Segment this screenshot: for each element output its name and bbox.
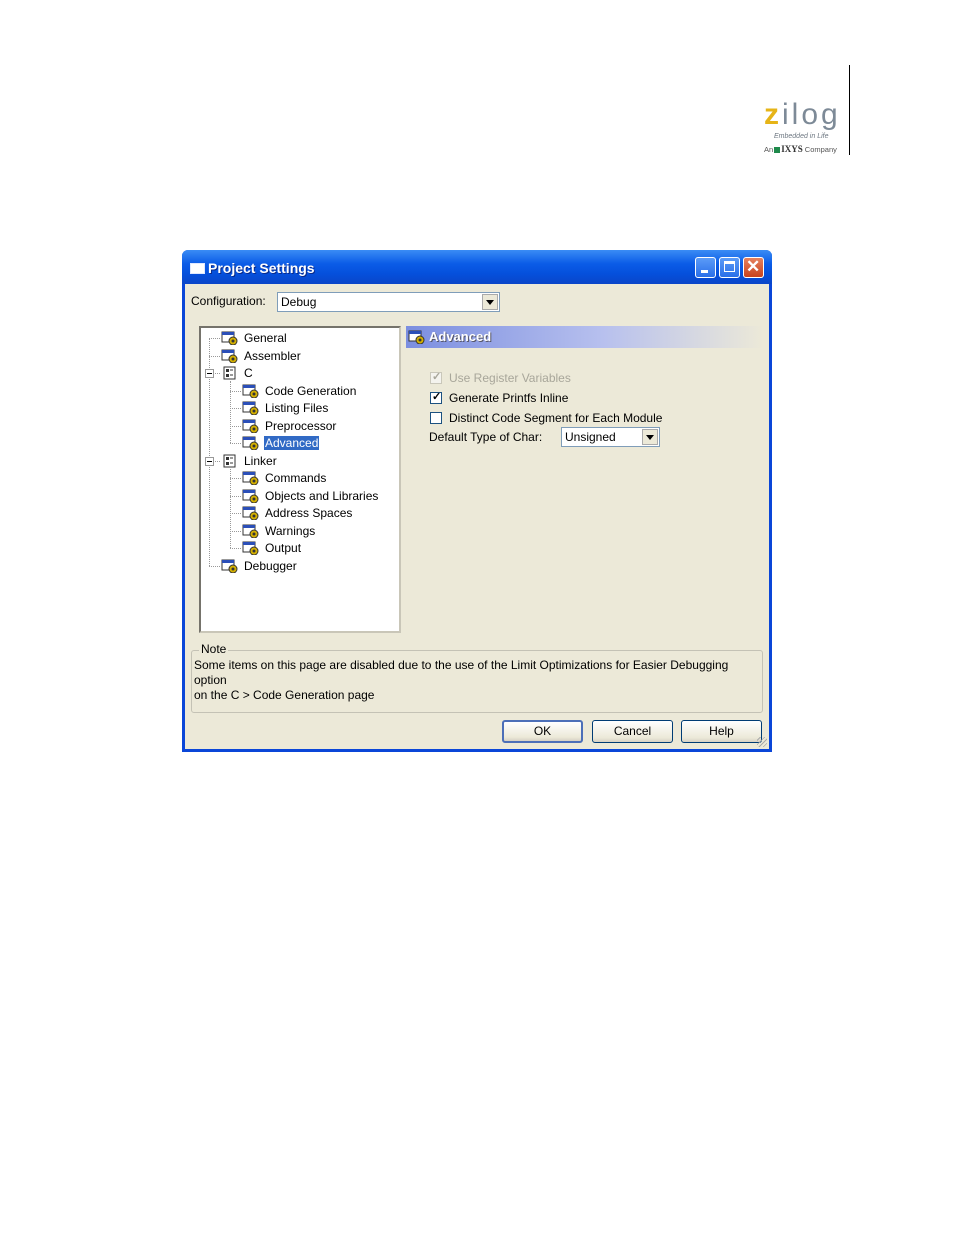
generate-printfs-inline-checkbox[interactable]: ✓ <box>430 391 442 404</box>
tree-item-label: Address Spaces <box>265 506 353 520</box>
settings-page-icon <box>221 331 238 345</box>
advanced-settings-panel: Advanced ✓ Use Register Variables ✓ Gene… <box>406 326 763 633</box>
logo-wordmark: zilog <box>764 98 841 131</box>
settings-page-icon <box>221 349 238 363</box>
settings-page-icon <box>242 401 259 415</box>
maximize-button[interactable] <box>719 257 740 278</box>
window-title: Project Settings <box>208 260 315 276</box>
tree-item-label: Debugger <box>244 558 297 573</box>
default-char-dropdown-button[interactable] <box>642 429 658 445</box>
tree-item-label: Listing Files <box>265 401 329 415</box>
tree-item-label: Advanced <box>264 436 320 450</box>
checkmark-icon: ✓ <box>432 371 442 383</box>
settings-page-icon <box>242 436 259 450</box>
folder-group-icon <box>223 454 236 467</box>
close-button[interactable]: ✕ <box>743 257 764 278</box>
settings-page-icon <box>242 384 259 398</box>
chevron-down-icon <box>486 300 494 305</box>
tree-line <box>230 548 241 549</box>
configuration-label: Configuration: <box>191 294 266 308</box>
window-icon <box>190 263 205 274</box>
resize-grip[interactable] <box>757 737 767 747</box>
project-settings-window: Project Settings ✕ Configuration: Debug … <box>182 250 772 752</box>
tree-line <box>209 338 220 339</box>
settings-tree[interactable]: General Assembler C Code Generation Listing … <box>199 326 401 633</box>
settings-page-icon <box>242 541 259 555</box>
distinct-code-segment-checkbox[interactable] <box>430 412 442 424</box>
title-bar[interactable]: Project Settings ✕ <box>182 250 772 284</box>
collapse-toggle-icon[interactable] <box>205 369 214 378</box>
tree-item-label: General <box>244 331 287 345</box>
minimize-icon <box>701 270 708 273</box>
tree-item-label: Commands <box>265 471 327 485</box>
settings-page-icon <box>242 419 259 433</box>
configuration-value: Debug <box>281 295 317 309</box>
tree-line <box>230 443 241 444</box>
settings-page-icon <box>221 559 238 573</box>
cancel-button[interactable]: Cancel <box>592 720 673 743</box>
dialog-client-area: Configuration: Debug General Assembler C Co… <box>185 284 769 749</box>
settings-page-icon <box>408 330 425 344</box>
tree-line <box>230 408 241 409</box>
default-char-value: Unsigned <box>565 430 616 444</box>
settings-page-icon <box>242 524 259 538</box>
minimize-button[interactable] <box>695 257 716 278</box>
maximize-icon <box>724 261 735 272</box>
use-register-variables-label: Use Register Variables <box>449 371 571 385</box>
settings-page-icon <box>242 489 259 503</box>
tree-line <box>209 355 220 357</box>
tree-line <box>230 530 241 532</box>
ok-button[interactable]: OK <box>502 720 583 743</box>
tree-item-label: Objects and Libraries <box>265 488 379 503</box>
folder-group-icon <box>223 366 236 380</box>
tree-item-label: Warnings <box>265 523 316 538</box>
note-line-2: on the C > Code Generation page <box>194 688 375 702</box>
logo-tagline: Embedded in Life <box>774 133 829 140</box>
tree-item-label: Output <box>265 541 302 555</box>
help-button[interactable]: Help <box>681 720 762 743</box>
tree-item-label: Assembler <box>244 348 301 363</box>
settings-page-icon <box>242 506 259 520</box>
tree-line <box>230 390 241 392</box>
note-line-1: Some items on this page are disabled due… <box>194 658 729 687</box>
note-text: Some items on this page are disabled due… <box>194 658 760 703</box>
default-char-select[interactable]: Unsigned <box>561 427 660 447</box>
tree-line <box>230 478 241 479</box>
tree-line <box>230 495 241 497</box>
use-register-variables-checkbox[interactable]: ✓ <box>430 371 442 384</box>
tree-line <box>230 425 241 427</box>
tree-item-label: Preprocessor <box>265 418 337 433</box>
settings-page-icon <box>242 471 259 485</box>
tree-line <box>230 468 231 548</box>
chevron-down-icon <box>646 435 654 440</box>
tree-item-label: Code Generation <box>265 383 357 398</box>
panel-title: Advanced <box>429 329 492 344</box>
checkmark-icon: ✓ <box>432 391 442 403</box>
distinct-code-segment-label: Distinct Code Segment for Each Module <box>449 411 663 425</box>
tree-line <box>230 513 241 514</box>
configuration-dropdown-button[interactable] <box>482 294 498 310</box>
note-legend: Note <box>199 642 229 656</box>
header-divider <box>849 65 850 155</box>
close-icon: ✕ <box>746 257 761 276</box>
generate-printfs-inline-label: Generate Printfs Inline <box>449 391 569 405</box>
panel-header: Advanced <box>406 326 763 348</box>
collapse-toggle-icon[interactable] <box>205 456 214 466</box>
tree-item-label: Linker <box>244 453 277 468</box>
configuration-select[interactable]: Debug <box>277 292 500 312</box>
logo-company-line: An IXYS Company <box>764 144 837 154</box>
tree-line <box>209 565 220 567</box>
default-char-label: Default Type of Char: <box>429 430 543 444</box>
tree-item-label: C <box>244 366 253 380</box>
zilog-logo: zilog Embedded in Life An IXYS Company <box>760 100 850 160</box>
